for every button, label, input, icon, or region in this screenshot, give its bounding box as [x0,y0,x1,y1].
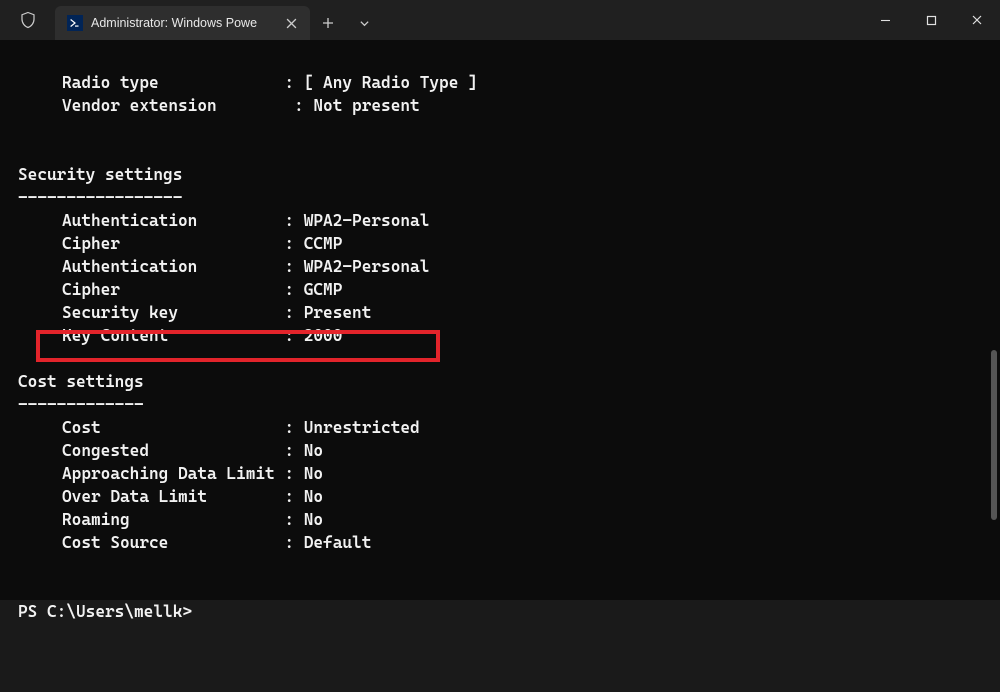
output-row: Authentication : WPA2-Personal [62,209,1000,232]
output-row: Cipher : CCMP [62,232,1000,255]
tab-dropdown-button[interactable] [346,6,382,40]
output-row: Cost : Unrestricted [62,416,1000,439]
title-bar: Administrator: Windows Powe [0,0,1000,40]
section-underline: ----------------- [18,186,1000,209]
tab-title: Administrator: Windows Powe [91,16,257,30]
prompt-line[interactable]: PS C:\Users\mellk> [18,600,1000,623]
output-row: Radio type : [ Any Radio Type ] [62,71,1000,94]
output-row: Security key : Present [62,301,1000,324]
scrollbar-thumb[interactable] [991,350,997,520]
powershell-icon [67,15,83,31]
section-title: Cost settings [18,370,1000,393]
output-row: Roaming : No [62,508,1000,531]
output-row: Cipher : GCMP [62,278,1000,301]
output-row: Cost Source : Default [62,531,1000,554]
output-row: Authentication : WPA2-Personal [62,255,1000,278]
terminal-output[interactable]: Radio type : [ Any Radio Type ]Vendor ex… [0,40,1000,600]
output-row: Over Data Limit : No [62,485,1000,508]
output-row: Congested : No [62,439,1000,462]
new-tab-button[interactable] [310,6,346,40]
tab-close-button[interactable] [282,14,300,32]
output-row: Approaching Data Limit : No [62,462,1000,485]
output-row: Key Content : 2000 [62,324,1000,347]
close-window-button[interactable] [954,0,1000,40]
tab-powershell[interactable]: Administrator: Windows Powe [55,6,310,40]
maximize-button[interactable] [908,0,954,40]
minimize-button[interactable] [862,0,908,40]
section-underline: ------------- [18,393,1000,416]
output-row: Vendor extension : Not present [62,94,1000,117]
section-title: Security settings [18,163,1000,186]
app-shield-icon [0,10,55,30]
